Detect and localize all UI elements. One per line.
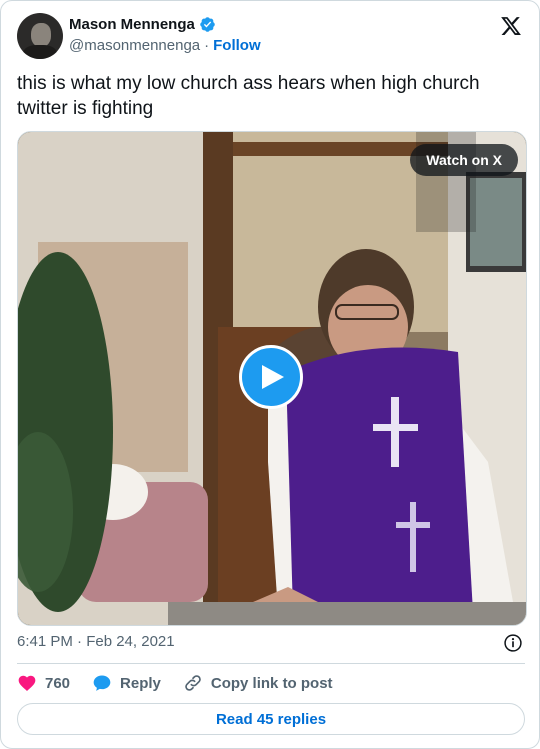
divider — [17, 663, 525, 664]
follow-link[interactable]: Follow — [213, 37, 261, 54]
info-icon[interactable] — [503, 633, 523, 653]
tweet-timestamp[interactable]: 6:41 PM · Feb 24, 2021 — [17, 633, 175, 650]
tweet-text: this is what my low church ass hears whe… — [17, 73, 480, 119]
verified-badge-icon — [200, 17, 215, 32]
video-thumbnail[interactable]: Watch on X — [17, 131, 527, 626]
author-handle[interactable]: @masonmennenga — [69, 37, 200, 54]
author-name[interactable]: Mason Mennenga — [69, 16, 195, 33]
separator-dot: · — [204, 37, 210, 54]
copy-link-label: Copy link to post — [210, 674, 333, 692]
read-replies-button[interactable]: Read 45 replies — [17, 703, 525, 735]
author-name-row: Mason Mennenga — [69, 16, 216, 33]
author-handle-row: @masonmennenga · Follow — [69, 37, 261, 54]
avatar-face — [31, 23, 51, 47]
tweet-card: Mason Mennenga @masonmennenga · Follow t… — [0, 0, 540, 749]
reply-bubble-icon — [93, 675, 111, 691]
watch-on-x-button[interactable]: Watch on X — [410, 144, 518, 176]
reply-button[interactable]: Reply — [92, 673, 161, 693]
x-logo-icon[interactable] — [499, 15, 523, 37]
copy-link-button[interactable]: Copy link to post — [183, 673, 333, 693]
play-icon — [262, 365, 284, 389]
link-icon — [185, 675, 201, 691]
play-button[interactable] — [239, 345, 303, 409]
like-count: 760 — [45, 674, 71, 692]
tweet-actions: 760 Reply Copy link to post — [17, 673, 355, 693]
tweet-header: Mason Mennenga @masonmennenga · Follow — [17, 13, 525, 61]
avatar[interactable] — [17, 13, 63, 59]
reply-label: Reply — [120, 674, 161, 692]
like-button[interactable]: 760 — [17, 673, 70, 693]
heart-icon — [18, 675, 36, 691]
avatar-shirt — [23, 45, 57, 59]
tweet-meta: 6:41 PM · Feb 24, 2021 — [17, 633, 525, 653]
